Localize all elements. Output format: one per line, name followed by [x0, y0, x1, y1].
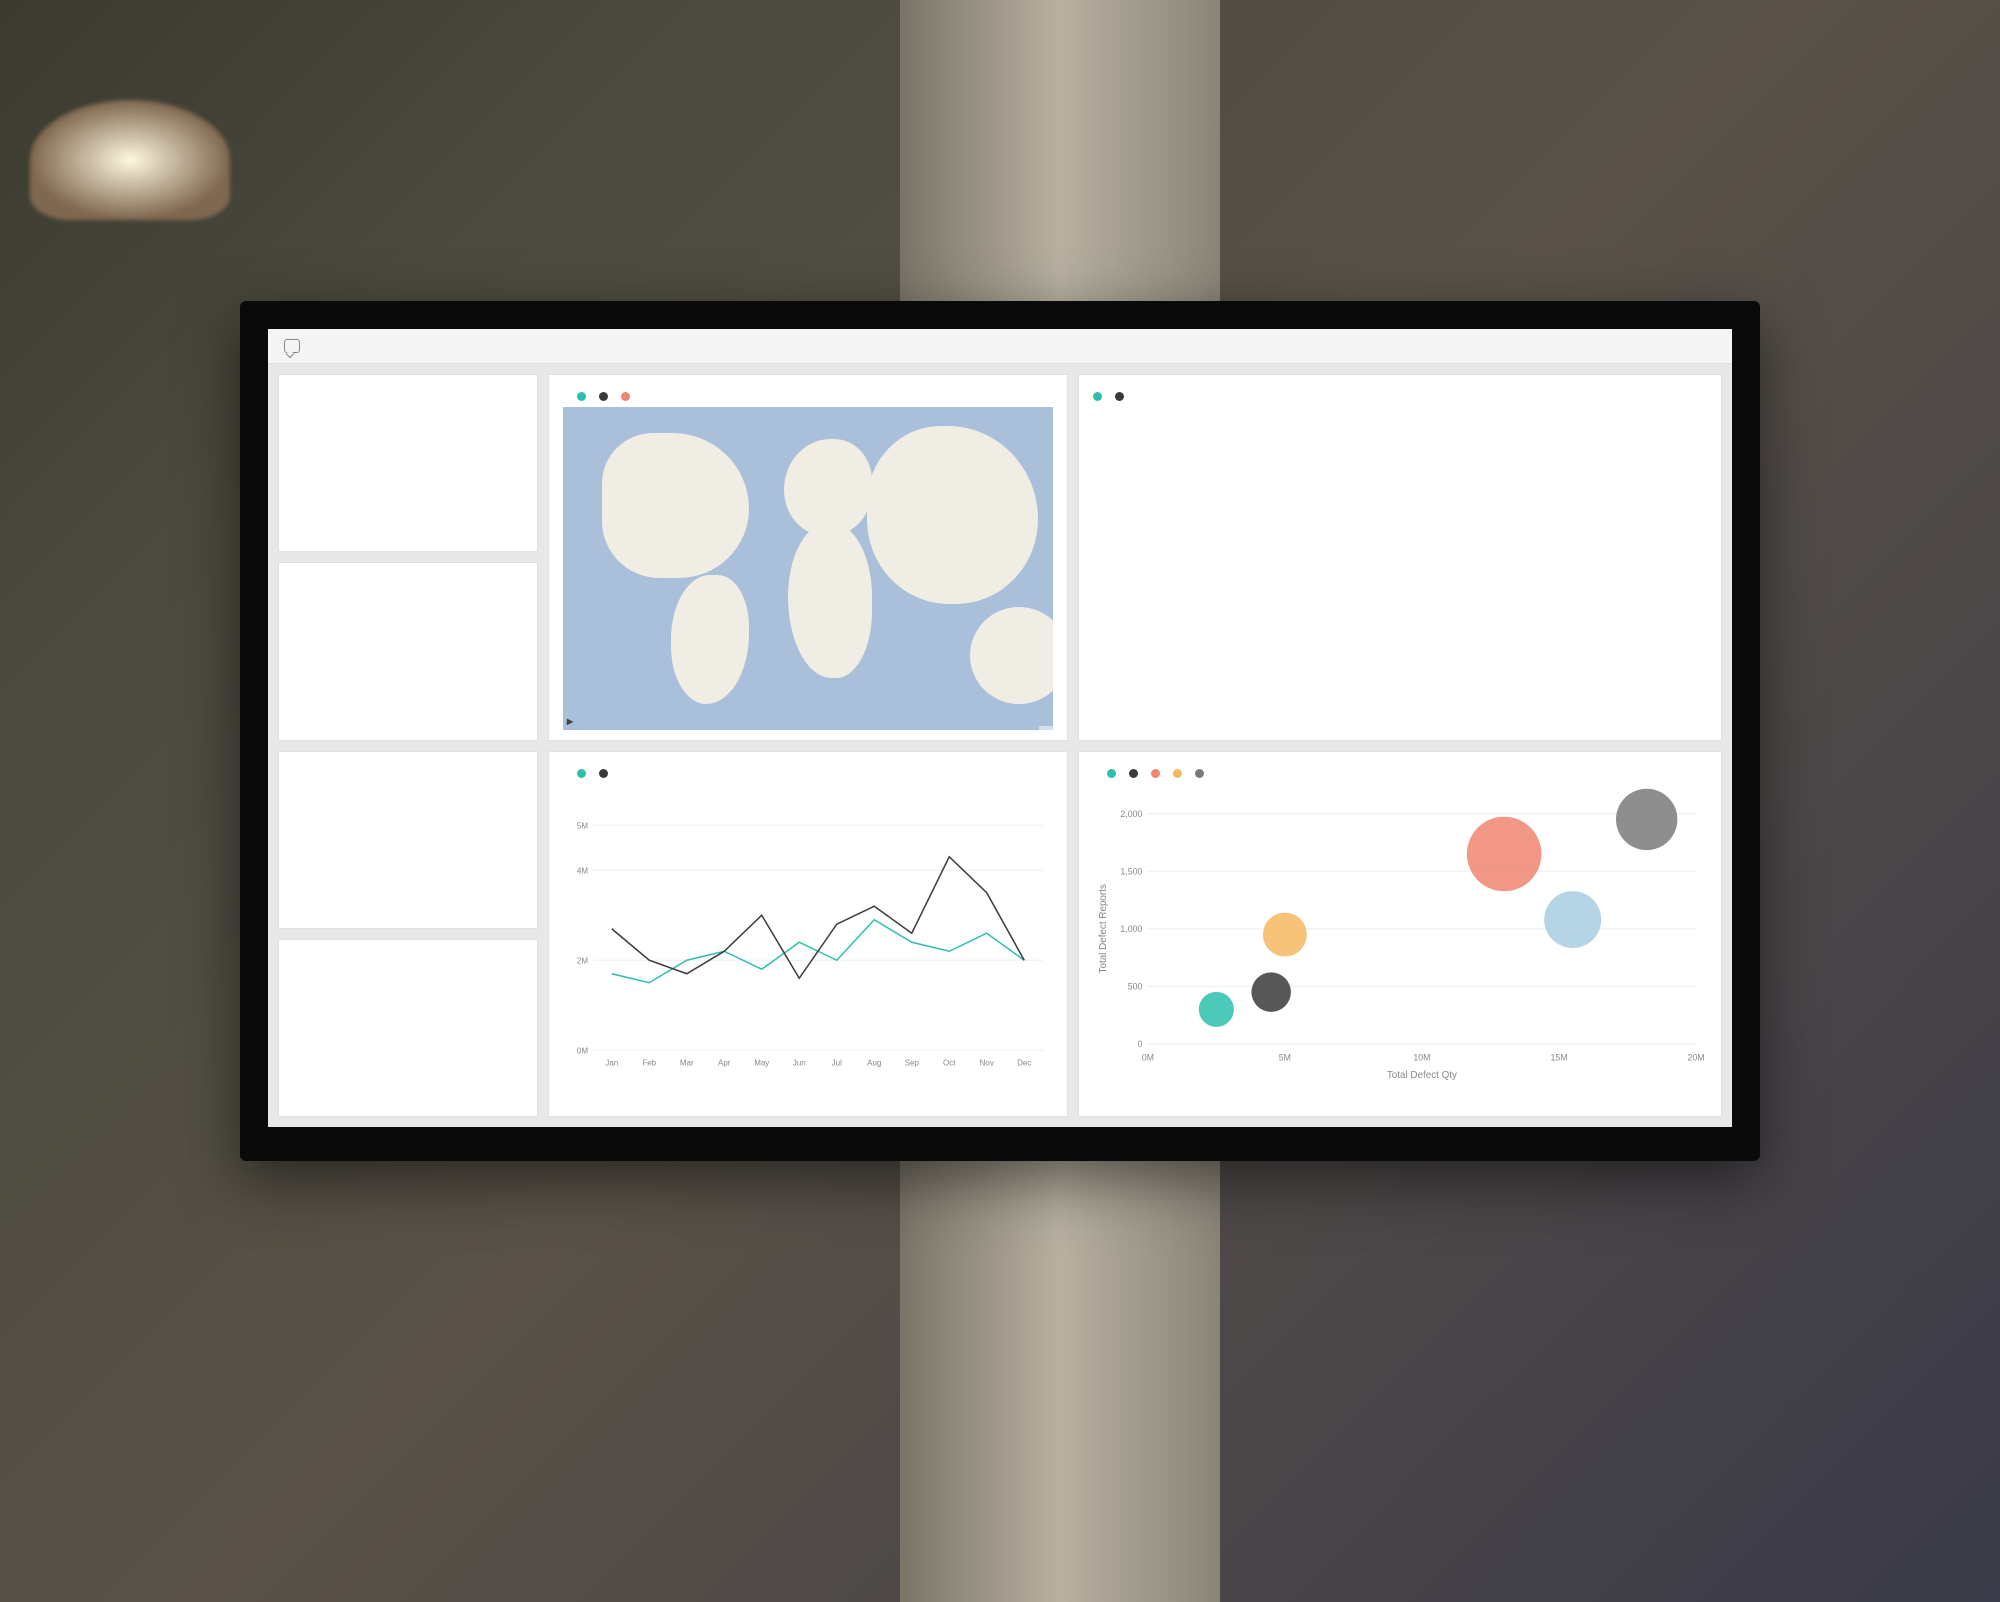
- kpi-column-top: [278, 374, 538, 741]
- map-tile[interactable]: ▸: [548, 374, 1068, 741]
- combo-chart: [1093, 407, 1707, 730]
- line-legend: [563, 769, 1053, 778]
- qa-bar[interactable]: [268, 329, 1732, 364]
- svg-text:Aug: Aug: [867, 1058, 881, 1067]
- svg-text:0M: 0M: [1142, 1052, 1154, 1062]
- scatter-chart: 2,000 1,500 1,000 500 00M 5M 10M 15M 20M Total De…: [1093, 784, 1707, 1107]
- svg-text:2,000: 2,000: [1120, 808, 1142, 818]
- kpi-no-impact[interactable]: [278, 751, 538, 929]
- bing-logo: ▸: [567, 714, 573, 728]
- svg-text:Jun: Jun: [793, 1058, 806, 1067]
- map-legend: [563, 392, 1053, 401]
- svg-text:Oct: Oct: [943, 1058, 956, 1067]
- svg-text:Sep: Sep: [905, 1058, 920, 1067]
- svg-text:0: 0: [1137, 1039, 1142, 1049]
- svg-text:Total Defect Reports: Total Defect Reports: [1098, 884, 1109, 973]
- svg-text:May: May: [754, 1058, 769, 1067]
- svg-text:Jan: Jan: [605, 1058, 618, 1067]
- svg-text:Dec: Dec: [1017, 1058, 1031, 1067]
- svg-text:2M: 2M: [577, 956, 588, 965]
- monitor-frame: ▸: [240, 301, 1760, 1161]
- svg-text:Jul: Jul: [832, 1058, 842, 1067]
- svg-text:500: 500: [1128, 981, 1143, 991]
- svg-text:1,000: 1,000: [1120, 924, 1142, 934]
- kpi-total-downtime[interactable]: [278, 562, 538, 740]
- line-chart: 5M 4M 2M 0M Jan Feb Mar Apr May Jun Jul Aug Sep Oct No…: [563, 784, 1053, 1107]
- svg-text:20M: 20M: [1688, 1052, 1705, 1062]
- svg-text:5M: 5M: [1279, 1052, 1291, 1062]
- svg-text:0M: 0M: [577, 1046, 588, 1055]
- kpi-column-bottom: [278, 751, 538, 1118]
- line-chart-tile[interactable]: 5M 4M 2M 0M Jan Feb Mar Apr May Jun Jul Aug Sep Oct No…: [548, 751, 1068, 1118]
- kpi-total-defect-qty[interactable]: [278, 374, 538, 552]
- map-copyright: [1039, 726, 1053, 730]
- svg-text:Feb: Feb: [642, 1058, 656, 1067]
- scatter-chart-tile[interactable]: 2,000 1,500 1,000 500 00M 5M 10M 15M 20M Total De…: [1078, 751, 1722, 1118]
- kpi-with-impact[interactable]: [278, 939, 538, 1117]
- chat-icon: [284, 339, 300, 353]
- world-map[interactable]: ▸: [563, 407, 1053, 730]
- dashboard-screen: ▸: [268, 329, 1732, 1127]
- svg-text:Mar: Mar: [680, 1058, 694, 1067]
- svg-text:Total Defect Qty: Total Defect Qty: [1387, 1069, 1457, 1080]
- scatter-legend: [1093, 769, 1707, 778]
- svg-text:5M: 5M: [577, 821, 588, 830]
- svg-text:1,500: 1,500: [1120, 866, 1142, 876]
- combo-chart-tile[interactable]: [1078, 374, 1722, 741]
- svg-text:Nov: Nov: [980, 1058, 994, 1067]
- svg-text:4M: 4M: [577, 866, 588, 875]
- combo-legend: [1093, 392, 1707, 401]
- svg-text:10M: 10M: [1413, 1052, 1430, 1062]
- svg-text:Apr: Apr: [718, 1058, 731, 1067]
- dashboard-grid: ▸: [268, 364, 1732, 1127]
- svg-text:15M: 15M: [1550, 1052, 1567, 1062]
